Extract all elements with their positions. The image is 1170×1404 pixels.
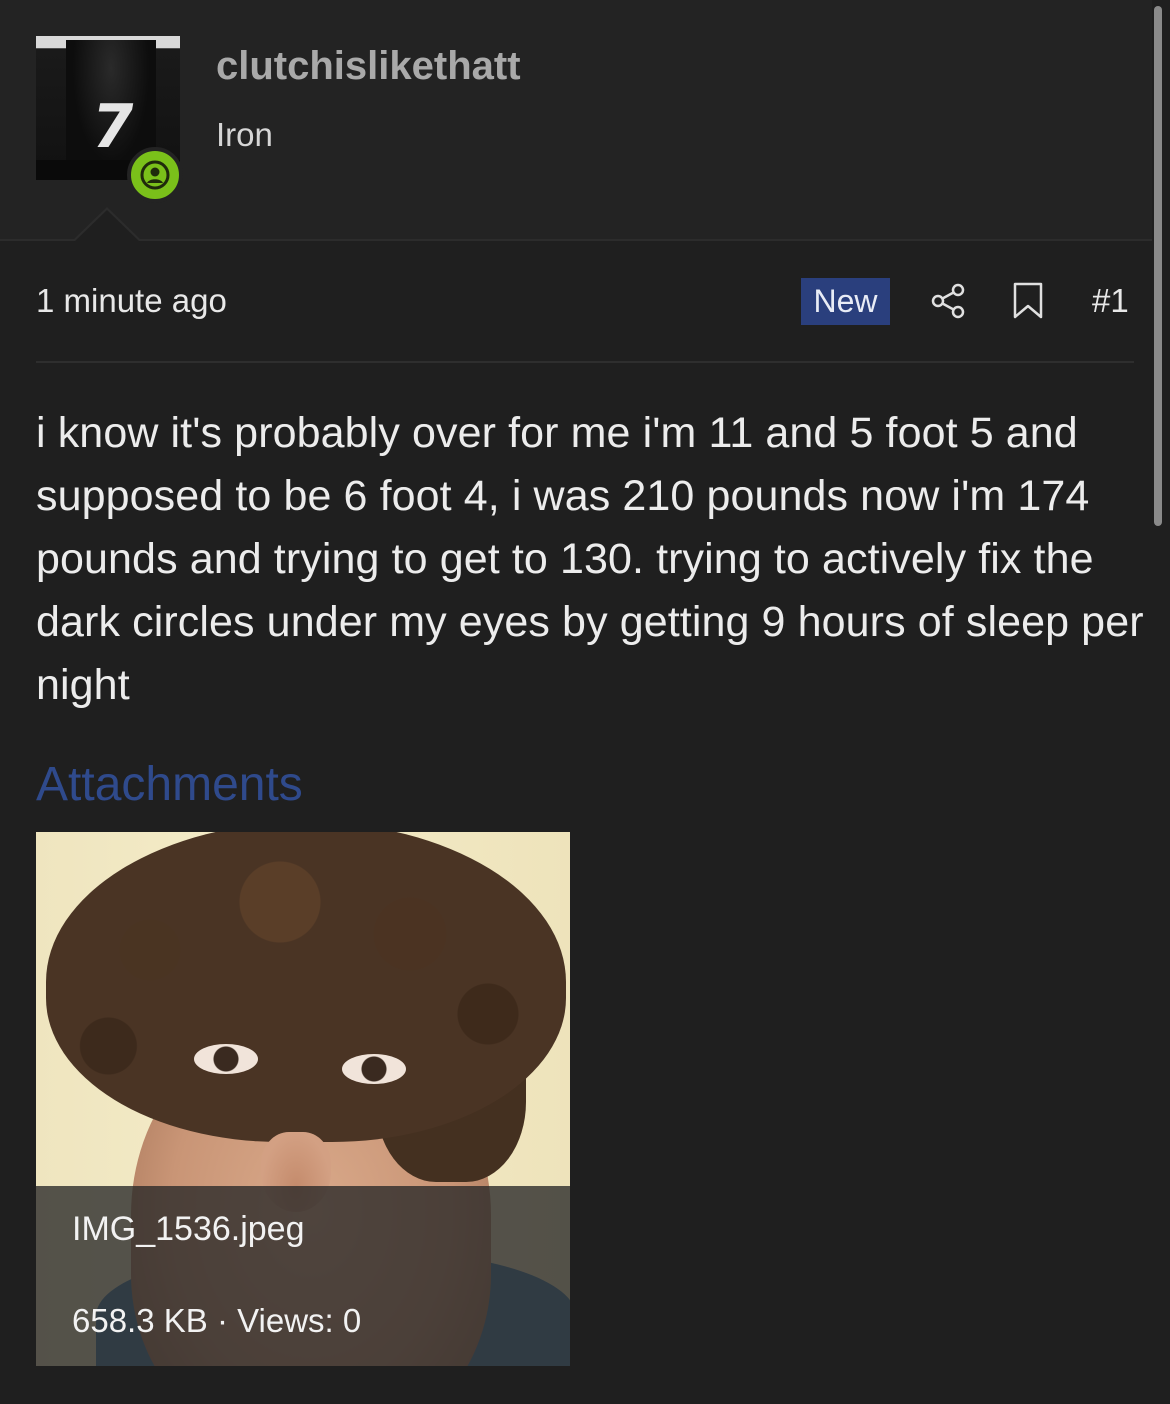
new-badge: New xyxy=(801,278,890,325)
scrollbar-thumb[interactable] xyxy=(1154,6,1162,526)
attachment-photo-hair xyxy=(46,832,566,1142)
share-icon[interactable] xyxy=(928,281,968,321)
user-online-icon xyxy=(127,147,183,203)
attachment-thumbnail[interactable]: IMG_1536.jpeg 658.3 KB · Views: 0 xyxy=(36,832,570,1366)
attachment-filename[interactable]: IMG_1536.jpeg xyxy=(72,1210,305,1249)
post-timestamp[interactable]: 1 minute ago xyxy=(36,282,227,320)
header-pointer-inner xyxy=(74,210,140,242)
bookmark-icon[interactable] xyxy=(1012,282,1044,320)
attachment-photo-eye-left xyxy=(194,1044,258,1074)
user-header: 7 clutchislikethatt Iron xyxy=(0,0,1152,240)
attachment-meta: 658.3 KB · Views: 0 xyxy=(72,1302,362,1339)
post-permalink[interactable]: #1 xyxy=(1092,282,1129,320)
user-title: Iron xyxy=(216,116,273,153)
attachments-heading: Attachments xyxy=(36,758,303,811)
meta-divider xyxy=(36,361,1134,363)
header-divider xyxy=(0,239,1152,241)
attachment-photo-eye-right xyxy=(342,1054,406,1084)
post-page: 7 clutchislikethatt Iron 1 minute ago Ne… xyxy=(0,0,1170,1404)
person-icon xyxy=(140,160,170,190)
post-message: i know it's probably over for me i'm 11 … xyxy=(36,409,1144,709)
username-link[interactable]: clutchislikethatt xyxy=(216,44,521,89)
